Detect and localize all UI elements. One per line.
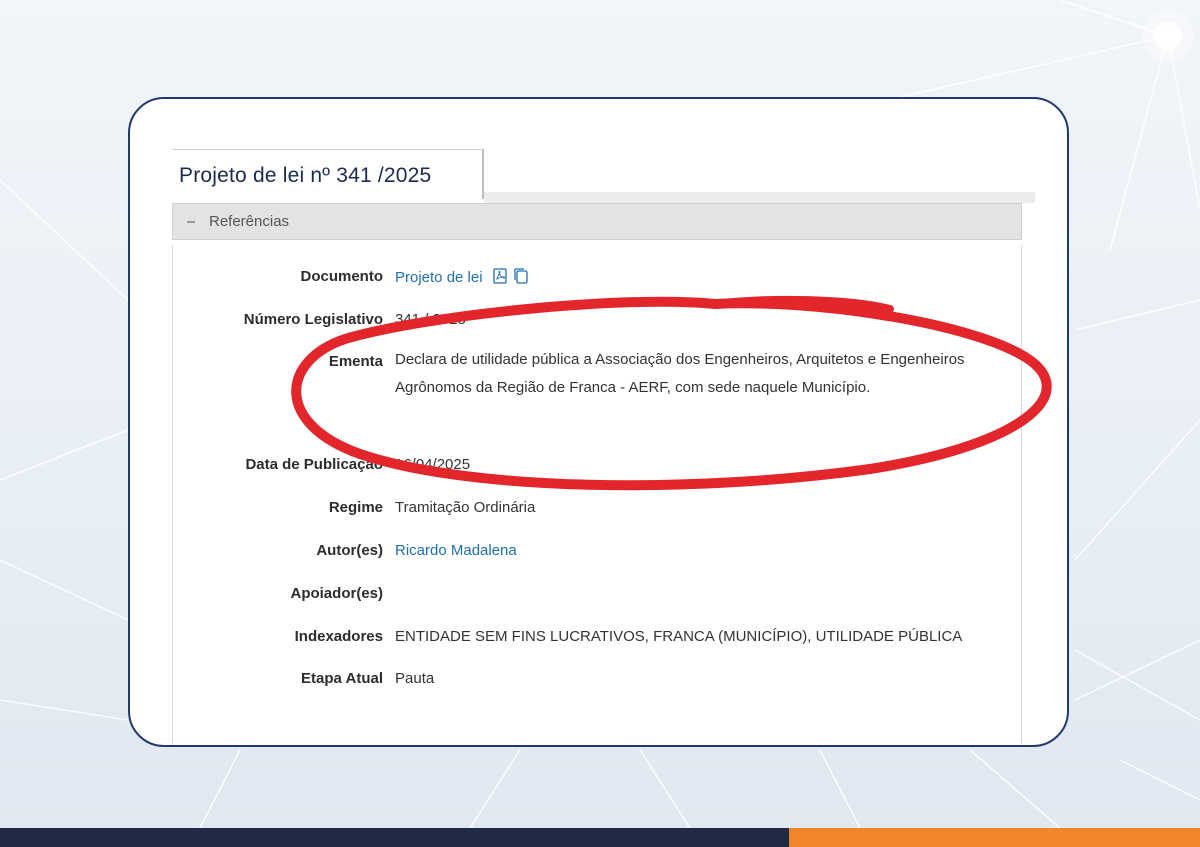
field-label-autor: Autor(es) (316, 542, 383, 559)
field-label-documento: Documento (300, 268, 384, 285)
field-label-regime: Regime (328, 499, 383, 516)
copy-icon[interactable] (514, 268, 528, 284)
collapse-icon[interactable] (187, 221, 195, 223)
field-value-data: 16/04/2025 (395, 456, 471, 473)
document-link[interactable]: Projeto de lei (395, 269, 483, 286)
field-label-etapa: Etapa Atual (301, 670, 383, 687)
document-panel: Projeto de lei nº 341 /2025 Referências … (172, 144, 1035, 745)
field-value-regime: Tramitação Ordinária (395, 499, 536, 516)
footer-bar-navy (0, 828, 789, 847)
tab-strip (484, 192, 1035, 203)
field-label-indexadores: Indexadores (294, 628, 383, 645)
field-label-ementa: Ementa (328, 353, 383, 370)
field-value-numero: 341 / 2025 (395, 311, 466, 328)
field-value-ementa: Declara de utilidade pública a Associaçã… (395, 351, 965, 396)
field-value-etapa: Pauta (395, 670, 435, 687)
section-label: Referências (209, 213, 290, 230)
page-title: Projeto de lei nº 341 /2025 (179, 164, 432, 187)
field-value-indexadores: ENTIDADE SEM FINS LUCRATIVOS, FRANCA (MU… (395, 628, 963, 645)
field-label-data: Data de Publicação (245, 456, 383, 473)
author-link[interactable]: Ricardo Madalena (395, 542, 517, 559)
section-header-referencias[interactable]: Referências (172, 203, 1022, 240)
field-label-numero: Número Legislativo (243, 311, 383, 328)
field-label-apoiador: Apoiador(es) (290, 585, 383, 602)
pdf-icon[interactable] (493, 268, 507, 284)
references-content: Documento Projeto de lei Número Legislat… (172, 245, 1022, 745)
footer-bar-orange (789, 828, 1200, 847)
tab-projeto-de-lei[interactable]: Projeto de lei nº 341 /2025 (172, 149, 484, 199)
document-row: Projeto de lei (395, 268, 528, 286)
info-card: Projeto de lei nº 341 /2025 Referências … (128, 97, 1069, 747)
